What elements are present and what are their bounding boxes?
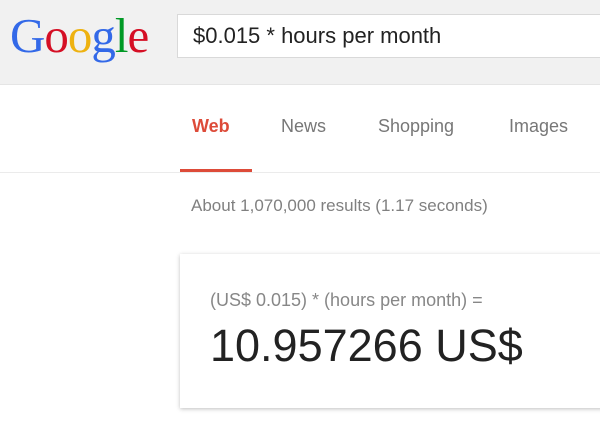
logo-letter: G	[10, 8, 45, 63]
active-tab-indicator	[180, 169, 252, 172]
calculator-result: 10.957266 US$	[210, 320, 523, 371]
header-bar: Google $0.015 * hours per month	[0, 0, 600, 85]
tab-label: Images	[509, 116, 569, 136]
search-input[interactable]: $0.015 * hours per month	[177, 14, 600, 58]
logo-letter: o	[67, 8, 92, 63]
calculator-expression: (US$ 0.015) * (hours per month) =	[210, 290, 483, 310]
logo-letter: g	[91, 8, 115, 63]
tab-web[interactable]: Web	[180, 85, 252, 172]
tab-images[interactable]: Images	[509, 85, 568, 172]
tab-shopping[interactable]: Shopping	[378, 85, 454, 172]
tab-label: News	[281, 116, 327, 136]
logo-letter: e	[127, 8, 150, 63]
logo-letter: o	[44, 8, 68, 63]
search-tabs: Web News Shopping Images	[0, 85, 600, 173]
search-input-value: $0.015 * hours per month	[193, 23, 442, 48]
tab-label: Web	[192, 116, 230, 136]
result-stats: About 1,070,000 results (1.17 seconds)	[191, 196, 488, 215]
calculator-card: (US$ 0.015) * (hours per month) = 10.957…	[180, 254, 600, 408]
google-logo[interactable]: Google	[10, 4, 150, 68]
logo-letter: l	[114, 8, 129, 63]
tab-label: Shopping	[378, 116, 455, 136]
tab-news[interactable]: News	[281, 85, 326, 172]
